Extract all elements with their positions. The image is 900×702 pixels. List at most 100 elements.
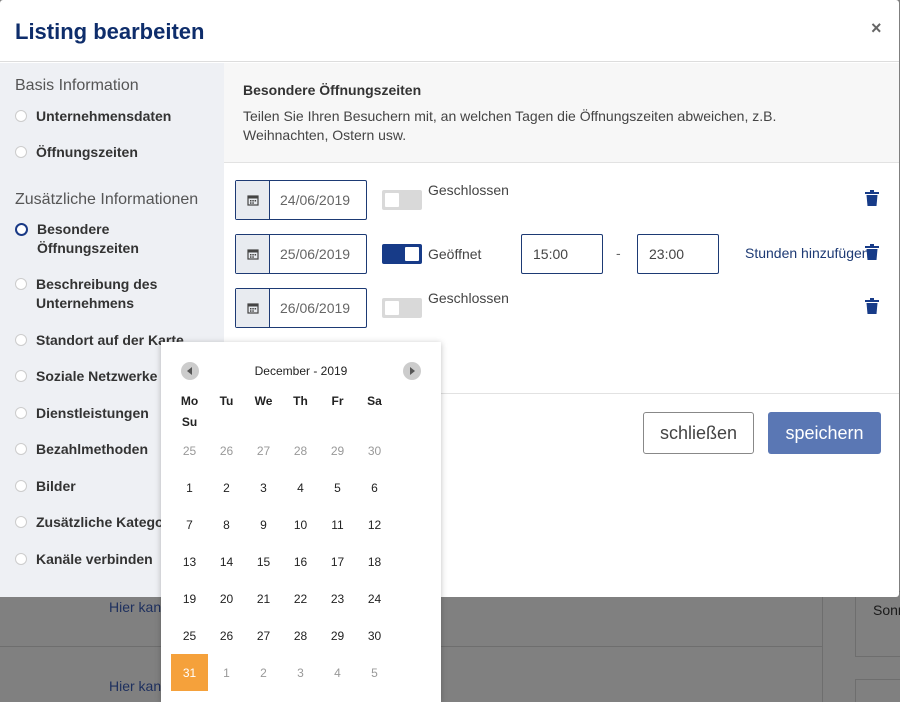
calendar-day[interactable]: 27 bbox=[245, 432, 282, 469]
calendar-day[interactable]: 18 bbox=[356, 543, 393, 580]
calendar-day[interactable]: 26 bbox=[208, 617, 245, 654]
calendar-day[interactable]: 1 bbox=[171, 469, 208, 506]
calendar-day[interactable]: 26 bbox=[208, 432, 245, 469]
weekday-label: Sa bbox=[367, 394, 382, 408]
calendar-day[interactable]: 1 bbox=[208, 654, 245, 691]
radio-icon bbox=[15, 334, 27, 346]
sidebar-item-label: Kanäle verbinden bbox=[36, 551, 153, 567]
calendar-day[interactable]: 28 bbox=[282, 432, 319, 469]
close-button[interactable]: schließen bbox=[643, 412, 754, 454]
trash-icon[interactable] bbox=[865, 298, 879, 314]
calendar-day[interactable]: 15 bbox=[245, 543, 282, 580]
date-field[interactable]: 25/06/2019 bbox=[235, 234, 367, 274]
calendar-day[interactable]: 8 bbox=[208, 506, 245, 543]
sidebar-item-unternehmensdaten[interactable]: Unternehmensdaten bbox=[15, 107, 220, 126]
special-hours-row: 24/06/2019 Geschlossen bbox=[235, 180, 895, 220]
calendar-day[interactable]: 2 bbox=[208, 469, 245, 506]
sidebar-item-label: Besondere Öffnungszeiten bbox=[37, 221, 139, 256]
calendar-day[interactable]: 24 bbox=[356, 580, 393, 617]
calendar-day[interactable]: 21 bbox=[245, 580, 282, 617]
calendar-day[interactable]: 7 bbox=[171, 506, 208, 543]
weekday-label: Fr bbox=[331, 394, 344, 408]
background-divider-vertical bbox=[822, 597, 823, 702]
save-button[interactable]: speichern bbox=[768, 412, 881, 454]
status-label: Geschlossen bbox=[428, 290, 509, 306]
calendar-day[interactable]: 17 bbox=[319, 543, 356, 580]
calendar-day[interactable]: 19 bbox=[171, 580, 208, 617]
special-hours-row: 26/06/2019 Geschlossen bbox=[235, 288, 895, 328]
date-value: 24/06/2019 bbox=[280, 192, 351, 208]
radio-icon bbox=[15, 407, 27, 419]
date-field[interactable]: 26/06/2019 bbox=[235, 288, 367, 328]
calendar-day[interactable]: 28 bbox=[282, 617, 319, 654]
weekday-label: Tu bbox=[219, 394, 234, 408]
status-label: Geöffnet bbox=[428, 246, 482, 262]
calendar-day[interactable]: 10 bbox=[282, 506, 319, 543]
sidebar-item-label: Öffnungszeiten bbox=[36, 144, 138, 160]
calendar-day[interactable]: 4 bbox=[282, 469, 319, 506]
calendar-day[interactable]: 9 bbox=[245, 506, 282, 543]
open-toggle[interactable] bbox=[382, 190, 422, 210]
close-icon[interactable]: × bbox=[871, 18, 882, 39]
sidebar-item-beschreibung[interactable]: Beschreibung des Unternehmens bbox=[15, 275, 175, 313]
calendar-day[interactable]: 12 bbox=[356, 506, 393, 543]
calendar-icon[interactable] bbox=[236, 289, 270, 327]
open-toggle[interactable] bbox=[382, 298, 422, 318]
sidebar-item-besondere-oeffnungszeiten[interactable]: Besondere Öffnungszeiten bbox=[15, 220, 165, 258]
radio-icon bbox=[15, 443, 27, 455]
calendar-day[interactable]: 29 bbox=[319, 617, 356, 654]
sidebar-item-label: Bilder bbox=[36, 478, 76, 494]
calendar-day[interactable]: 22 bbox=[282, 580, 319, 617]
time-separator: - bbox=[616, 245, 621, 261]
calendar-day[interactable]: 3 bbox=[245, 469, 282, 506]
time-to-input[interactable]: 23:00 bbox=[637, 234, 719, 274]
calendar-day[interactable]: 25 bbox=[171, 617, 208, 654]
toggle-knob bbox=[385, 193, 399, 207]
calendar-day[interactable]: 3 bbox=[282, 654, 319, 691]
calendar-day[interactable]: 2 bbox=[245, 654, 282, 691]
background-card-text: Sonn bbox=[873, 602, 900, 618]
calendar-day[interactable]: 31 bbox=[171, 654, 208, 691]
sidebar-item-label: Unternehmensdaten bbox=[36, 108, 172, 124]
calendar-day[interactable]: 16 bbox=[282, 543, 319, 580]
calendar-icon[interactable] bbox=[236, 235, 270, 273]
calendar-day[interactable]: 6 bbox=[356, 469, 393, 506]
special-hours-row: 25/06/2019 Geöffnet 15:00 - 23:00 Stunde… bbox=[235, 234, 895, 274]
toggle-knob bbox=[385, 301, 399, 315]
background-card bbox=[855, 679, 900, 702]
edit-listing-modal: Listing bearbeiten × Basis Information U… bbox=[0, 0, 899, 597]
date-value: 26/06/2019 bbox=[280, 300, 351, 316]
weekday-label: Th bbox=[293, 394, 308, 408]
calendar-day[interactable]: 29 bbox=[319, 432, 356, 469]
sidebar-item-oeffnungszeiten[interactable]: Öffnungszeiten bbox=[15, 143, 220, 162]
calendar-icon[interactable] bbox=[236, 181, 270, 219]
date-field[interactable]: 24/06/2019 bbox=[235, 180, 367, 220]
sidebar-item-label: Beschreibung des Unternehmens bbox=[36, 276, 158, 311]
calendar-day[interactable]: 23 bbox=[319, 580, 356, 617]
section-header: Besondere Öffnungszeiten Teilen Sie Ihre… bbox=[224, 63, 899, 163]
calendar-day[interactable]: 14 bbox=[208, 543, 245, 580]
calendar-day[interactable]: 11 bbox=[319, 506, 356, 543]
calendar-day[interactable]: 25 bbox=[171, 432, 208, 469]
time-from-input[interactable]: 15:00 bbox=[521, 234, 603, 274]
calendar-day[interactable]: 5 bbox=[319, 469, 356, 506]
trash-icon[interactable] bbox=[865, 244, 879, 260]
calendar-day[interactable]: 20 bbox=[208, 580, 245, 617]
add-hours-link[interactable]: Stunden hinzufügen bbox=[745, 245, 869, 261]
calendar-day[interactable]: 13 bbox=[171, 543, 208, 580]
calendar-day[interactable]: 30 bbox=[356, 617, 393, 654]
month-label: December - 2019 bbox=[254, 364, 348, 378]
sidebar-item-label: Dienstleistungen bbox=[36, 405, 149, 421]
calendar-day[interactable]: 30 bbox=[356, 432, 393, 469]
calendar-day[interactable]: 27 bbox=[245, 617, 282, 654]
trash-icon[interactable] bbox=[865, 190, 879, 206]
calendar-day[interactable]: 5 bbox=[356, 654, 393, 691]
radio-selected-icon bbox=[15, 223, 28, 236]
open-toggle[interactable] bbox=[382, 244, 422, 264]
radio-icon bbox=[15, 278, 27, 290]
status-label: Geschlossen bbox=[428, 182, 509, 198]
next-month-button[interactable] bbox=[403, 362, 421, 380]
radio-icon bbox=[15, 370, 27, 382]
date-value: 25/06/2019 bbox=[280, 246, 351, 262]
calendar-day[interactable]: 4 bbox=[319, 654, 356, 691]
